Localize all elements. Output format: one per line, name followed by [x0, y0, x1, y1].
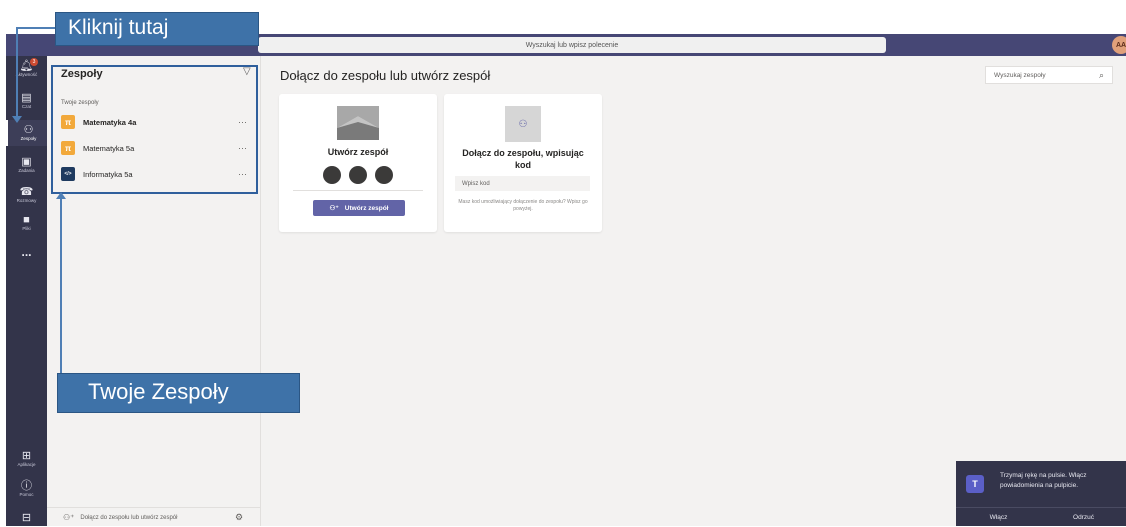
more-icon: ...: [21, 245, 32, 259]
member-avatar: [323, 166, 341, 184]
phone-icon: ☎︎: [19, 186, 34, 198]
rail-item-files[interactable]: ■ Pliki: [6, 214, 47, 232]
teams-logo-icon: T: [966, 475, 984, 493]
arrow-up-icon: [56, 192, 66, 199]
assignments-icon: ▣: [21, 156, 32, 168]
page-title: Dołącz do zespołu lub utwórz zespół: [280, 68, 491, 83]
app-rail: 🔔︎ 3 Aktywność ▤ Czat ⚇ Zespoły ▣ Zadani…: [6, 56, 49, 526]
bell-icon: 🔔︎: [19, 60, 34, 72]
gear-icon[interactable]: ⚙︎: [235, 512, 243, 523]
member-avatars: [323, 166, 393, 184]
notification-badge: 3: [30, 58, 38, 66]
rail-item-label: Czat: [21, 104, 32, 109]
annotation-line: [60, 196, 62, 374]
callout-text: Twoje Zespoły: [88, 379, 229, 404]
rail-item-label: Aplikacje: [17, 462, 36, 467]
team-code-input[interactable]: Wpisz kod: [455, 176, 590, 191]
create-team-card: Utwórz zespół ⚇⁺ Utwórz zespół: [279, 94, 437, 232]
member-avatar: [375, 166, 393, 184]
avatar[interactable]: AA: [1112, 36, 1126, 54]
team-search-placeholder: Wyszukaj zespoły: [994, 71, 1046, 79]
annotation-line: [16, 27, 56, 29]
card-heading: Dołącz do zespołu, wpisując kod: [462, 148, 584, 170]
callout-your-teams: Twoje Zespoły: [57, 373, 300, 413]
add-team-icon: ⚇⁺: [63, 513, 75, 522]
help-icon: ⓘ: [21, 480, 32, 492]
rail-item-apps[interactable]: ⊞ Aplikacje: [6, 450, 47, 468]
files-icon: ■: [23, 214, 30, 226]
button-label: Utwórz zespół: [344, 204, 389, 212]
rail-item-assignments[interactable]: ▣ Zadania: [6, 156, 47, 174]
command-search-input[interactable]: Wyszukaj lub wpisz polecenie: [258, 37, 886, 53]
dismiss-button[interactable]: Odrzuć: [1041, 508, 1126, 526]
rail-item-chat[interactable]: ▤ Czat: [6, 92, 47, 110]
team-search-input[interactable]: Wyszukaj zespoły ⌕: [985, 66, 1113, 84]
toast-message: Trzymaj rękę na pulsie. Włącz powiadomie…: [1000, 472, 1087, 489]
rail-item-more[interactable]: ...: [6, 246, 47, 258]
rail-item-download[interactable]: ⊟: [6, 512, 47, 524]
join-team-card: ⚇ Dołącz do zespołu, wpisując kod Wpisz …: [444, 94, 602, 232]
rail-item-teams[interactable]: ⚇ Zespoły: [6, 120, 49, 146]
annotation-line: [16, 27, 18, 119]
footer-label: Dołącz do zespołu lub utwórz zespół: [80, 514, 178, 521]
enable-notifications-button[interactable]: Włącz: [956, 508, 1041, 526]
card-heading: Utwórz zespół: [327, 147, 389, 157]
notification-toast: T Trzymaj rękę na pulsie. Włącz powiadom…: [956, 461, 1126, 526]
callout-text: Kliknij tutaj: [68, 16, 169, 39]
download-icon: ⊟: [21, 512, 32, 524]
rail-item-label: Aktywność: [15, 72, 38, 77]
chat-icon: ▤: [21, 92, 32, 104]
apps-icon: ⊞: [21, 450, 32, 462]
rail-item-activity[interactable]: 🔔︎ 3 Aktywność: [6, 58, 47, 78]
rail-item-label: Zadania: [18, 168, 35, 173]
create-team-button[interactable]: ⚇⁺ Utwórz zespół: [313, 200, 405, 216]
rail-item-label: Rozmowy: [16, 198, 37, 203]
join-or-create-link[interactable]: ⚇⁺ Dołącz do zespołu lub utwórz zespół ⚙…: [47, 507, 260, 527]
rail-item-label: Pliki: [22, 226, 31, 231]
rail-item-label: Pomoc: [19, 492, 34, 497]
create-team-illustration: [337, 106, 379, 140]
callout-click-here: Kliknij tutaj: [55, 12, 259, 46]
code-help-text: Masz kod umożliwiający dołączenie do zes…: [458, 199, 588, 212]
rail-item-calls[interactable]: ☎︎ Rozmowy: [6, 186, 47, 204]
search-icon: ⌕: [1098, 69, 1104, 80]
arrow-down-icon: [12, 116, 22, 123]
main-content: Dołącz do zespołu lub utwórz zespół Wysz…: [261, 56, 1126, 526]
teams-icon: ⚇: [505, 106, 541, 142]
rail-item-label: Zespoły: [20, 136, 37, 141]
divider: [293, 190, 423, 191]
add-team-icon: ⚇⁺: [329, 205, 339, 212]
rail-item-help[interactable]: ⓘ Pomoc: [6, 480, 47, 498]
teams-list-highlight: [51, 65, 258, 194]
member-avatar: [349, 166, 367, 184]
